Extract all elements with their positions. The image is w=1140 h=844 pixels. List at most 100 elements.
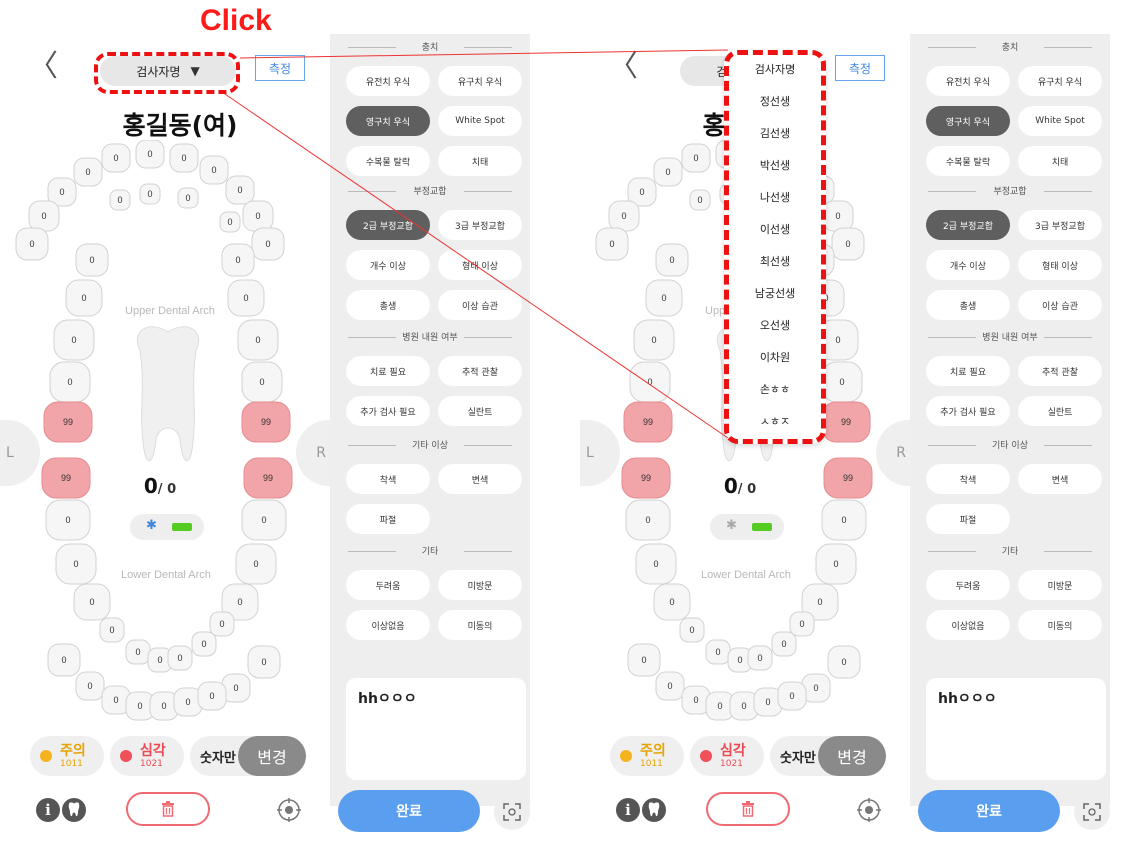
tooth-button[interactable]: 0: [237, 319, 279, 361]
tooth-button[interactable]: 0: [655, 671, 685, 701]
tooth-button[interactable]: 0: [625, 499, 671, 541]
tooth-button[interactable]: 0: [633, 319, 675, 361]
finding-chip[interactable]: 미방문: [438, 570, 522, 600]
tooth-button[interactable]: 0: [679, 617, 705, 643]
tooth-button[interactable]: 0: [55, 543, 97, 585]
finding-chip[interactable]: 형태 이상: [1018, 250, 1102, 280]
tooth-button[interactable]: 0: [821, 361, 863, 403]
tooth-button[interactable]: 0: [197, 681, 227, 711]
finding-chip[interactable]: 파절: [926, 504, 1010, 534]
finding-chip[interactable]: 유구치 우식: [438, 66, 522, 96]
severe-status[interactable]: 심각 1021: [110, 736, 184, 776]
finding-chip[interactable]: 미동의: [1018, 610, 1102, 640]
finding-chip[interactable]: 두려움: [926, 570, 1010, 600]
change-button[interactable]: 변경: [238, 736, 306, 776]
tooth-button[interactable]: 0: [49, 361, 91, 403]
tooth-button[interactable]: 0: [73, 157, 103, 187]
finding-chip[interactable]: 3급 부정교합: [438, 210, 522, 240]
dropdown-option[interactable]: ㅅㅎㅈ: [729, 413, 821, 429]
tooth-button[interactable]: 0: [225, 175, 255, 205]
tooth-button[interactable]: 0: [75, 243, 109, 277]
tooth-button[interactable]: 0: [705, 639, 731, 665]
scan-button[interactable]: [494, 794, 530, 830]
tooth-button[interactable]: 0: [101, 143, 131, 173]
tooth-button[interactable]: 0: [822, 200, 854, 232]
tooth-button[interactable]: 0: [629, 361, 671, 403]
finding-chip[interactable]: 치태: [1018, 146, 1102, 176]
finding-chip[interactable]: 두려움: [346, 570, 430, 600]
tooth-button[interactable]: 99: [241, 401, 291, 443]
finding-chip[interactable]: 치료 필요: [346, 356, 430, 386]
finding-chip[interactable]: 영구치 우식: [346, 106, 430, 136]
tooth-button[interactable]: 0: [627, 643, 661, 677]
finding-chip[interactable]: White Spot: [438, 106, 522, 136]
tooth-button[interactable]: 0: [815, 543, 857, 585]
tooth-icon[interactable]: [642, 798, 666, 822]
dropdown-option[interactable]: 김선생: [729, 125, 821, 141]
dropdown-option[interactable]: 나선생: [729, 189, 821, 205]
finding-chip[interactable]: White Spot: [1018, 106, 1102, 136]
target-icon[interactable]: [276, 797, 302, 823]
memo-field[interactable]: hhㅇㅇㅇ: [926, 678, 1106, 780]
tooth-button[interactable]: 0: [15, 227, 49, 261]
dropdown-option[interactable]: 남궁선생: [729, 285, 821, 301]
finding-chip[interactable]: 이상 습관: [1018, 290, 1102, 320]
finding-chip[interactable]: 착색: [346, 464, 430, 494]
finding-chip[interactable]: 추가 검사 필요: [926, 396, 1010, 426]
tooth-button[interactable]: 0: [65, 279, 103, 317]
tooth-button[interactable]: 0: [47, 643, 81, 677]
tooth-button[interactable]: 99: [43, 401, 93, 443]
tooth-button[interactable]: 0: [608, 200, 640, 232]
delete-button[interactable]: [126, 792, 210, 826]
tooth-button[interactable]: 0: [125, 639, 151, 665]
tooth-button[interactable]: 0: [135, 140, 165, 169]
tooth-button[interactable]: 0: [177, 187, 199, 209]
dropdown-option[interactable]: 이차원: [729, 349, 821, 365]
dropdown-option[interactable]: 정선생: [729, 93, 821, 109]
dropdown-option[interactable]: 최선생: [729, 253, 821, 269]
finding-chip[interactable]: 총생: [926, 290, 1010, 320]
finding-chip[interactable]: 실란트: [438, 396, 522, 426]
finding-chip[interactable]: 파절: [346, 504, 430, 534]
tooth-button[interactable]: 0: [235, 543, 277, 585]
tooth-button[interactable]: 0: [45, 499, 91, 541]
done-button[interactable]: 완료: [918, 790, 1060, 832]
tooth-button[interactable]: 0: [75, 671, 105, 701]
finding-chip[interactable]: 2급 부정교합: [926, 210, 1010, 240]
tooth-button[interactable]: 0: [831, 227, 865, 261]
tooth-button[interactable]: 0: [655, 243, 689, 277]
tooth-button[interactable]: 0: [167, 645, 193, 671]
tooth-button[interactable]: 0: [227, 279, 265, 317]
finding-chip[interactable]: 미동의: [438, 610, 522, 640]
tooth-button[interactable]: 0: [209, 611, 235, 637]
tooth-button[interactable]: 0: [247, 645, 281, 679]
delete-button[interactable]: [706, 792, 790, 826]
tooth-button[interactable]: 0: [653, 157, 683, 187]
tooth-button[interactable]: 0: [219, 211, 241, 233]
dropdown-option[interactable]: 오선생: [729, 317, 821, 333]
tooth-button[interactable]: 0: [251, 227, 285, 261]
tooth-button[interactable]: 0: [191, 631, 217, 657]
tooth-button[interactable]: 0: [109, 189, 131, 211]
done-button[interactable]: 완료: [338, 790, 480, 832]
dropdown-option[interactable]: 손ㅎㅎ: [729, 381, 821, 397]
finding-chip[interactable]: 형태 이상: [438, 250, 522, 280]
tooth-button[interactable]: 99: [823, 457, 873, 499]
tooth-button[interactable]: 99: [623, 401, 673, 443]
finding-chip[interactable]: 추적 관찰: [1018, 356, 1102, 386]
finding-chip[interactable]: 이상없음: [346, 610, 430, 640]
tooth-button[interactable]: 0: [199, 155, 229, 185]
tooth-button[interactable]: 0: [595, 227, 629, 261]
dropdown-option[interactable]: 검사자명: [729, 61, 821, 77]
dropdown-option[interactable]: 이선생: [729, 221, 821, 237]
finding-chip[interactable]: 개수 이상: [346, 250, 430, 280]
finding-chip[interactable]: 추가 검사 필요: [346, 396, 430, 426]
tooth-button[interactable]: 0: [827, 645, 861, 679]
tooth-button[interactable]: 0: [53, 319, 95, 361]
measure-button[interactable]: 측정: [835, 55, 885, 81]
finding-chip[interactable]: 개수 이상: [926, 250, 1010, 280]
change-button[interactable]: 변경: [818, 736, 886, 776]
finding-chip[interactable]: 착색: [926, 464, 1010, 494]
info-icon[interactable]: i: [36, 798, 60, 822]
tooth-button[interactable]: 0: [139, 183, 161, 205]
